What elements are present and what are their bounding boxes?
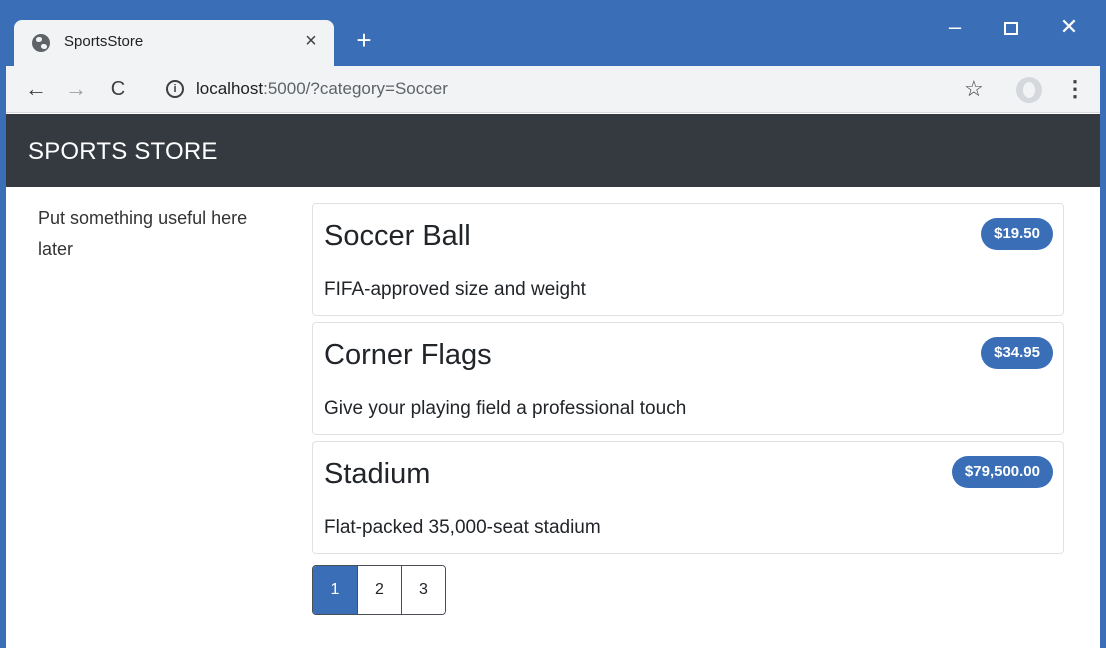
back-button[interactable]: ←	[22, 75, 50, 103]
maximize-button[interactable]	[996, 12, 1026, 42]
product-name: Soccer Ball	[324, 220, 471, 252]
tab-title: SportsStore	[64, 33, 144, 50]
site-brand[interactable]: SPORTS STORE	[28, 138, 218, 166]
url-path: :5000/?category=Soccer	[263, 79, 448, 98]
page-button-2[interactable]: 2	[357, 566, 401, 614]
bookmark-star-icon[interactable]: ☆	[964, 75, 984, 103]
globe-icon	[32, 34, 50, 52]
reload-button[interactable]: C	[104, 75, 132, 103]
page-button-1[interactable]: 1	[313, 566, 357, 614]
product-description: Flat-packed 35,000-seat stadium	[324, 517, 601, 538]
site-navbar: SPORTS STORE	[6, 114, 1100, 187]
info-icon[interactable]: i	[166, 80, 184, 98]
browser-menu-icon[interactable]: ⋮	[1064, 75, 1086, 103]
address-bar[interactable]: i localhost:5000/?category=Soccer	[150, 72, 1006, 106]
url-host: localhost	[196, 79, 264, 98]
sidebar-note: Put something useful here later	[38, 208, 248, 259]
product-description: Give your playing field a professional t…	[324, 398, 687, 419]
product-card: Soccer Ball $19.50 FIFA-approved size an…	[312, 203, 1064, 316]
price-badge: $19.50	[981, 218, 1053, 250]
forward-button[interactable]: →	[62, 75, 90, 103]
title-bar: SportsStore × + – ✕	[0, 0, 1106, 66]
product-card: Corner Flags $34.95 Give your playing fi…	[312, 322, 1064, 435]
pagination: 1 2 3	[312, 565, 446, 615]
product-card: Stadium $79,500.00 Flat-packed 35,000-se…	[312, 441, 1064, 554]
browser-toolbar: ← → C i localhost:5000/?category=Soccer …	[6, 66, 1100, 113]
maximize-icon	[1004, 21, 1018, 35]
price-badge: $34.95	[981, 337, 1053, 369]
browser-window: SportsStore × + – ✕ ← → C i localhost:50…	[0, 0, 1106, 648]
url-text[interactable]: localhost:5000/?category=Soccer	[196, 79, 448, 99]
window-close-button[interactable]: ✕	[1054, 12, 1084, 42]
new-tab-button[interactable]: +	[350, 26, 378, 54]
product-description: FIFA-approved size and weight	[324, 279, 586, 300]
page-button-3[interactable]: 3	[401, 566, 445, 614]
close-tab-icon[interactable]: ×	[300, 30, 322, 52]
minimize-button[interactable]: –	[940, 12, 970, 42]
product-name: Corner Flags	[324, 339, 492, 371]
profile-avatar-icon[interactable]	[1016, 77, 1042, 103]
browser-tab[interactable]: SportsStore ×	[14, 20, 334, 66]
product-name: Stadium	[324, 458, 431, 490]
price-badge: $79,500.00	[951, 456, 1053, 488]
